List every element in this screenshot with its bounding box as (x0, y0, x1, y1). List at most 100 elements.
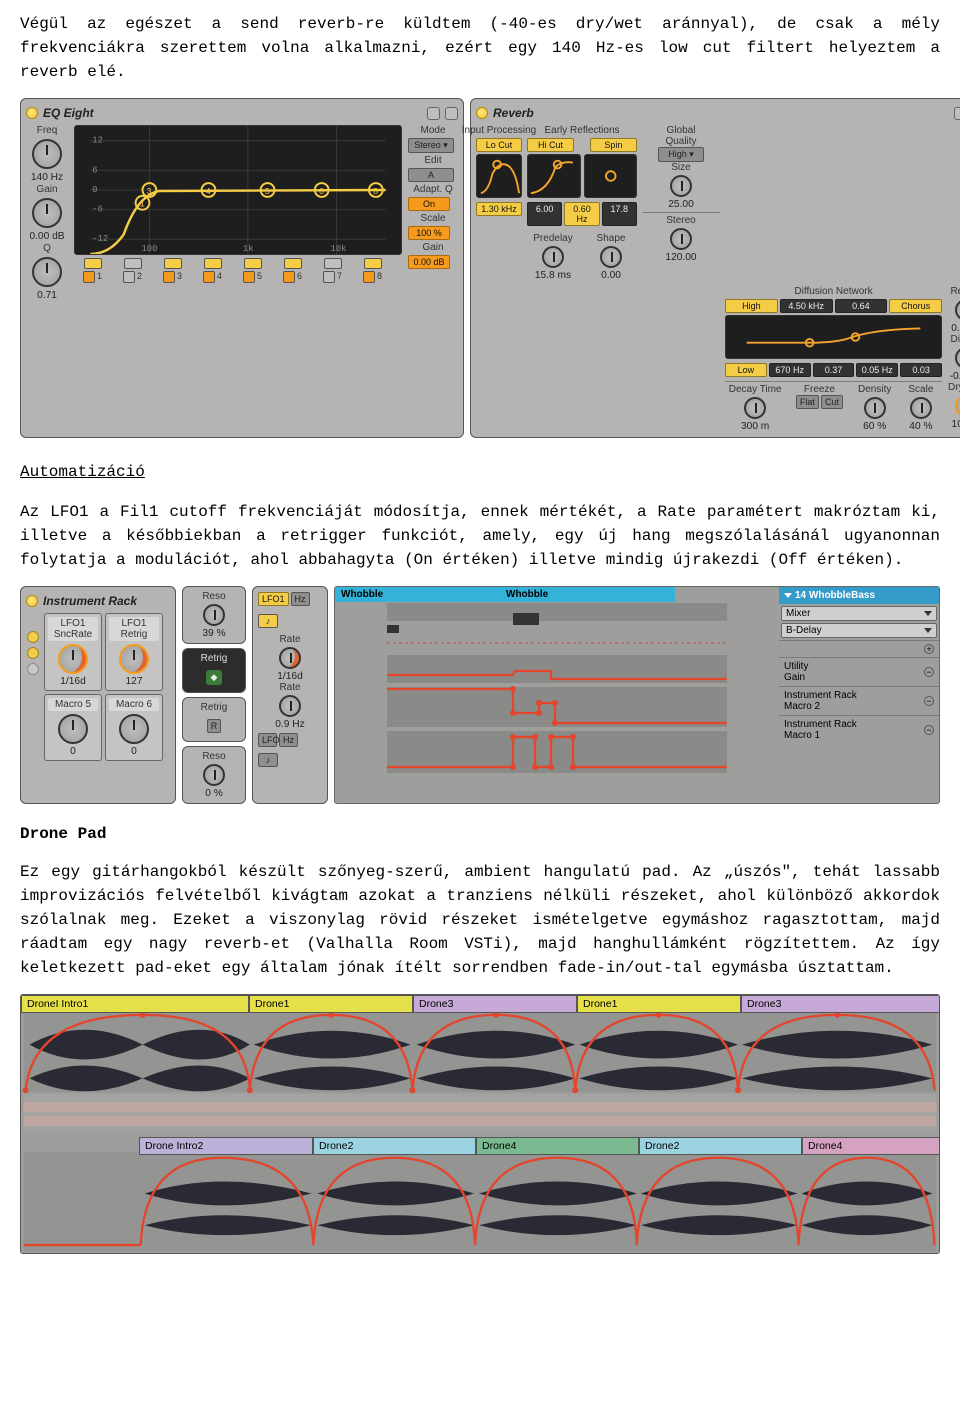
drone-clip[interactable]: Drone3 (741, 995, 940, 1013)
macro-5-knob[interactable] (58, 714, 88, 744)
diffusion-graph[interactable] (725, 315, 942, 359)
device-save-button[interactable] (954, 107, 960, 120)
bdelay-dropdown[interactable]: B-Delay (781, 623, 937, 638)
eq-shape-7[interactable] (324, 258, 342, 269)
stereo-value[interactable]: 120.00 (665, 252, 696, 263)
eq-band-8[interactable] (363, 271, 375, 283)
er-graph-1[interactable] (527, 154, 581, 198)
quality-dropdown[interactable]: High ▾ (658, 147, 704, 162)
freq-value[interactable]: 140 Hz (31, 172, 63, 183)
er-nm[interactable]: 17.8 (602, 202, 637, 226)
macro-6-value[interactable]: 0 (109, 746, 159, 757)
lfo1-chip[interactable]: LFO1 (258, 592, 289, 606)
size-knob[interactable] (670, 175, 692, 197)
retrig-on-button[interactable]: ◆ (206, 670, 223, 685)
track-name[interactable]: 14 WhobbleBass (795, 590, 875, 601)
macro-1-knob[interactable] (58, 644, 88, 674)
reflect-value[interactable]: 0.0 dB (951, 323, 960, 334)
size-value[interactable]: 25.00 (668, 199, 694, 210)
macro-1-value[interactable]: 1/16d (48, 676, 98, 687)
drone-clip[interactable]: DroneI Intro1 (21, 995, 249, 1013)
eq-shape-6[interactable] (284, 258, 302, 269)
shape-value[interactable]: 0.00 (585, 270, 637, 281)
rv-scale-value[interactable]: 40 % (900, 421, 942, 432)
add-lane-button[interactable]: + (924, 644, 934, 654)
eq-band-6[interactable] (283, 271, 295, 283)
stereo-knob[interactable] (670, 228, 692, 250)
remove-lane-3[interactable]: − (924, 725, 934, 735)
eq-shape-2[interactable] (124, 258, 142, 269)
scale-value[interactable]: 100 % (408, 226, 450, 240)
power-icon[interactable] (26, 595, 38, 607)
rate2-value[interactable]: 0.9 Hz (258, 719, 322, 730)
lo-a[interactable]: 0.37 (813, 363, 855, 377)
hi-amt[interactable]: 0.64 (835, 299, 888, 313)
hi-toggle[interactable]: High (725, 299, 778, 313)
macro-5-value[interactable]: 0 (48, 746, 98, 757)
rate-knob[interactable] (279, 647, 301, 669)
eq-shape-3[interactable] (164, 258, 182, 269)
diffuse-value[interactable]: -0.3 dB (950, 371, 960, 382)
power-icon[interactable] (26, 107, 38, 119)
gain2-value[interactable]: 0.00 dB (408, 255, 450, 269)
macro-2-knob[interactable] (119, 644, 149, 674)
remove-lane-2[interactable]: − (924, 696, 934, 706)
lo-b[interactable]: 0.05 Hz (856, 363, 898, 377)
drone-clip[interactable]: Drone4 (476, 1137, 639, 1155)
adaptq-button[interactable]: On (408, 197, 450, 211)
drone-clip[interactable]: Drone1 (249, 995, 413, 1013)
reflect-knob[interactable] (955, 299, 960, 321)
device-fold-button[interactable] (445, 107, 458, 120)
lo-toggle[interactable]: Low (725, 363, 767, 377)
chain-view-icon[interactable] (27, 647, 39, 659)
reso-knob[interactable] (203, 604, 225, 626)
mode-dropdown[interactable]: Stereo ▾ (408, 138, 454, 153)
er-graph-2[interactable] (584, 154, 638, 198)
gain-knob[interactable] (32, 198, 62, 228)
predelay-value[interactable]: 15.8 ms (527, 270, 579, 281)
drywet-knob[interactable] (955, 395, 960, 417)
freq-knob[interactable] (32, 139, 62, 169)
eq-shape-4[interactable] (204, 258, 222, 269)
drone-clip[interactable]: Drone2 (313, 1137, 476, 1155)
power-icon[interactable] (476, 107, 488, 119)
eq-band-3[interactable] (163, 271, 175, 283)
diffuse-knob[interactable] (955, 347, 960, 369)
drone-clip[interactable]: Drone Intro2 (139, 1137, 313, 1155)
rate2-knob[interactable] (279, 695, 301, 717)
locut-button[interactable]: Lo Cut (476, 138, 522, 152)
density-value[interactable]: 60 % (854, 421, 896, 432)
macro-view-icon[interactable] (27, 631, 39, 643)
input-mini-graph[interactable] (476, 154, 522, 198)
lo-freq[interactable]: 670 Hz (769, 363, 811, 377)
predelay-knob[interactable] (542, 246, 564, 268)
ip-freq[interactable]: 1.30 kHz (476, 202, 522, 216)
drywet-value[interactable]: 100 % (952, 419, 960, 430)
drone-clip[interactable]: Drone1 (577, 995, 741, 1013)
macro-2-value[interactable]: 127 (109, 676, 159, 687)
beat-sync-button[interactable]: ♪ (258, 614, 278, 628)
drone-arrangement[interactable]: DroneI Intro1Drone1Drone3Drone1Drone3 Dr… (20, 994, 940, 1254)
retrig2-value[interactable]: R (207, 719, 222, 733)
eq-band-7[interactable] (323, 271, 335, 283)
eq-shape-8[interactable] (364, 258, 382, 269)
rate-value[interactable]: 1/16d (258, 671, 322, 682)
ip-nm[interactable]: 6.00 (527, 202, 562, 226)
eq-shape-5[interactable] (244, 258, 262, 269)
er-freq[interactable]: 0.60 Hz (564, 202, 599, 226)
edit-button[interactable]: A (408, 168, 454, 182)
drone-clip[interactable]: Drone2 (639, 1137, 802, 1155)
lo-c[interactable]: 0.03 (900, 363, 942, 377)
drone-clip[interactable]: Drone4 (802, 1137, 940, 1155)
q-knob[interactable] (32, 257, 62, 287)
spin-button[interactable]: Spin (590, 138, 637, 152)
device-save-button[interactable] (427, 107, 440, 120)
arrangement-lanes[interactable]: Whobble Whobble (335, 587, 779, 777)
decay-knob[interactable] (744, 397, 766, 419)
eq-band-2[interactable] (123, 271, 135, 283)
q-value[interactable]: 0.71 (37, 290, 57, 301)
flat-button[interactable]: Flat (796, 395, 819, 409)
lfo2-chip[interactable]: LFO2 (258, 733, 277, 747)
hz2-button[interactable]: Hz (279, 733, 298, 747)
mixer-dropdown[interactable]: Mixer (781, 606, 937, 621)
